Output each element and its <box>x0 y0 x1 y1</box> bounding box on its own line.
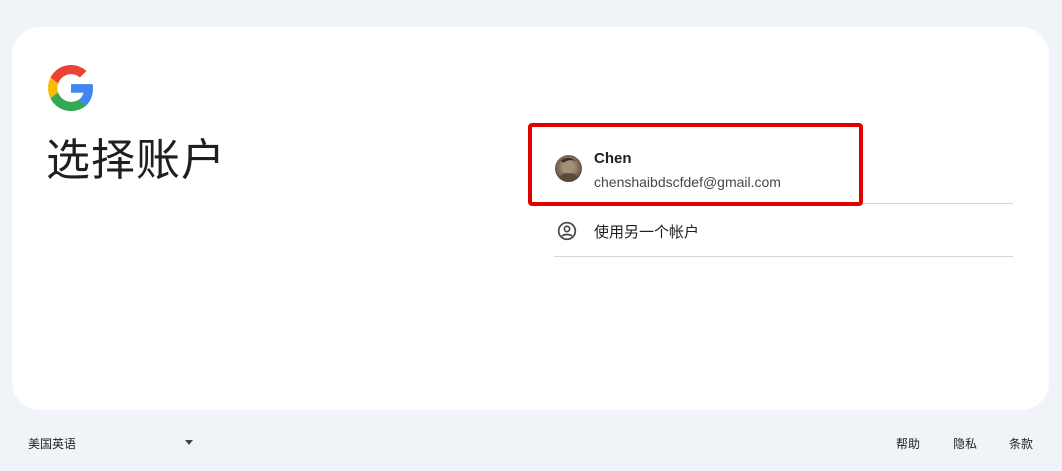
use-another-account-button[interactable]: 使用另一个帐户 <box>554 204 1013 257</box>
caret-down-icon <box>185 440 193 445</box>
privacy-link[interactable]: 隐私 <box>953 435 977 452</box>
account-email: chenshaibdscfdef@gmail.com <box>594 174 781 190</box>
google-logo-icon <box>48 65 94 111</box>
account-chooser-card: 选择账户 Chen chenshaibdscfdef@gmail.com 使用另… <box>12 27 1049 410</box>
help-link[interactable]: 帮助 <box>896 435 920 452</box>
page-title: 选择账户 <box>46 135 226 186</box>
account-name: Chen <box>594 150 632 167</box>
use-another-account-label: 使用另一个帐户 <box>594 223 700 241</box>
avatar <box>555 155 582 182</box>
language-selector[interactable]: 美国英语 <box>16 430 199 456</box>
account-item-chen[interactable]: Chen chenshaibdscfdef@gmail.com <box>528 123 1013 206</box>
person-circle-icon <box>557 221 577 241</box>
account-list: Chen chenshaibdscfdef@gmail.com 使用另一个帐户 <box>528 123 1013 257</box>
language-label: 美国英语 <box>28 437 77 451</box>
terms-link[interactable]: 条款 <box>1009 435 1033 452</box>
footer: 美国英语 帮助 隐私 条款 <box>0 430 1062 456</box>
